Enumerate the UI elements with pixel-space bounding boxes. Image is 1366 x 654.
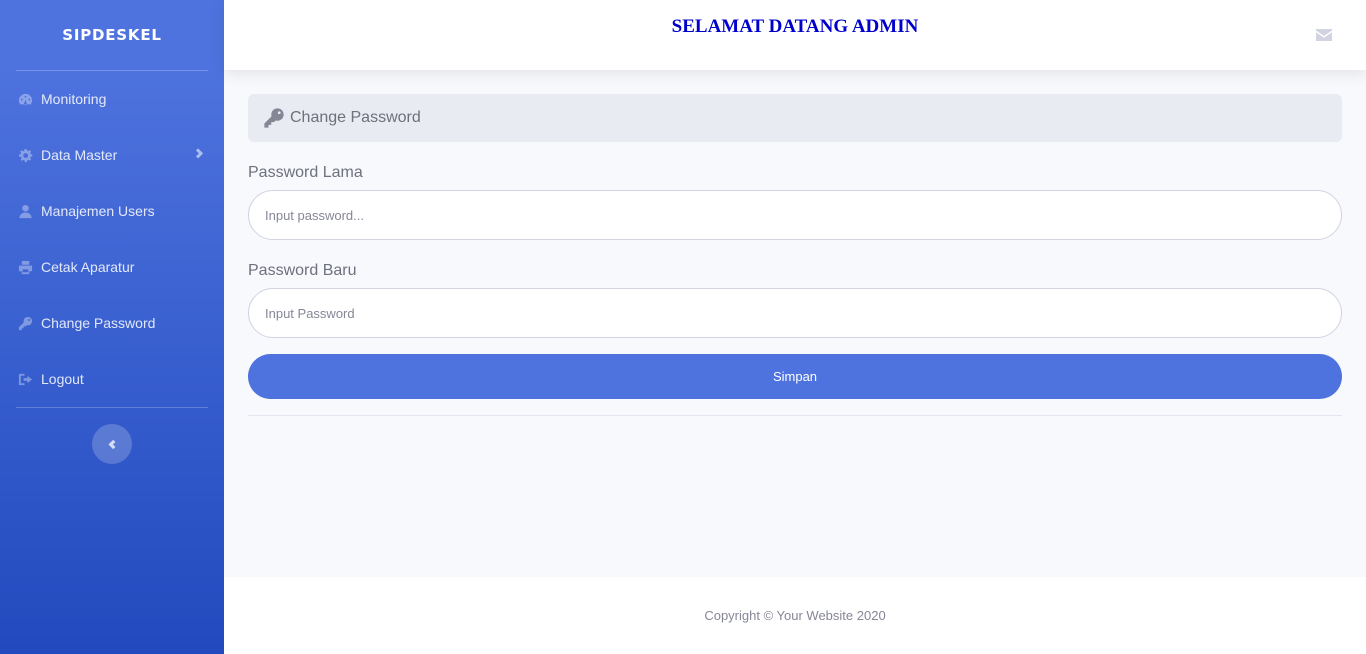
sidebar-item-cetak-aparatur[interactable]: Cetak Aparatur [0,239,224,295]
old-password-field[interactable] [248,190,1342,240]
sidebar-divider-bottom [16,407,208,408]
sidebar-item-data-master[interactable]: Data Master [0,127,224,183]
sidebar-item-label: Manajemen Users [41,203,155,219]
cog-icon [17,147,33,163]
envelope-icon[interactable] [1316,28,1332,42]
footer: Copyright © Your Website 2020 [224,577,1366,654]
main-content: Change Password Password Lama Password B… [248,94,1342,416]
chevron-right-icon [194,145,204,161]
sidebar-item-manajemen-users[interactable]: Manajemen Users [0,183,224,239]
card-header: Change Password [248,94,1342,142]
sidebar-item-change-password[interactable]: Change Password [0,295,224,351]
sidebar-toggle-button[interactable] [92,424,132,464]
sign-out-icon [17,371,33,387]
topbar: SELAMAT DATANG ADMIN [224,0,1366,70]
tachometer-icon [17,91,33,107]
card-header-title: Change Password [290,109,421,126]
chevron-left-icon [107,439,117,449]
sidebar-item-label: Monitoring [41,91,107,107]
save-button[interactable]: Simpan [248,354,1342,399]
sidebar-item-label: Cetak Aparatur [41,259,135,275]
print-icon [17,259,33,275]
content-divider [248,415,1342,416]
sidebar: SIPDESKEL Monitoring Data Master Manajem… [0,0,224,654]
new-password-field[interactable] [248,288,1342,338]
sidebar-item-logout[interactable]: Logout [0,351,224,407]
user-icon [17,203,33,219]
copyright-text: Copyright © Your Website 2020 [704,608,886,623]
page-title: SELAMAT DATANG ADMIN [671,16,919,37]
old-password-label: Password Lama [248,164,363,181]
new-password-label: Password Baru [248,262,357,279]
sidebar-item-label: Logout [41,371,84,387]
sidebar-item-label: Change Password [41,315,156,331]
key-icon [263,107,285,129]
sidebar-item-label: Data Master [41,147,118,163]
sidebar-item-monitoring[interactable]: Monitoring [0,71,224,127]
key-icon [17,315,33,331]
sidebar-brand[interactable]: SIPDESKEL [0,0,224,70]
